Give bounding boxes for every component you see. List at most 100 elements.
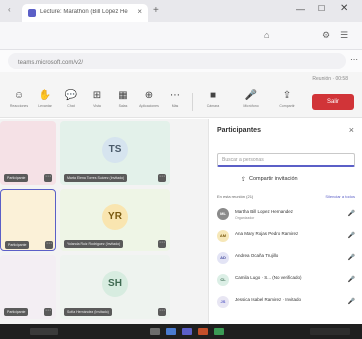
taskbar-clock	[310, 328, 350, 335]
participant-row[interactable]: JS Jessica Isabel Ramirez · Invitado 🎤	[209, 293, 362, 313]
participant-name: Jessica Isabel Ramirez · Invitado	[235, 297, 302, 302]
panel-title: Participantes	[217, 127, 261, 134]
tile-nameplate: Yolanda Ruiz Rodríguez (Invitado)	[64, 240, 124, 248]
video-tile[interactable]: YR Yolanda Ruiz Rodríguez (Invitado) ⋯	[60, 189, 170, 251]
participant-role: Organizador	[235, 216, 255, 220]
participant-avatar: ML	[217, 208, 229, 220]
rooms-icon: ▦	[118, 90, 128, 101]
taskbar-item[interactable]	[30, 328, 58, 335]
toolbar-label: Salas	[118, 104, 128, 108]
video-tile[interactable]: Participante ⋯	[0, 121, 56, 185]
tab-title: Lecture: Marathon (Bill Lopez Hernandez)…	[40, 9, 128, 15]
toolbar-divider	[192, 93, 193, 111]
reactions-icon: ☺	[13, 90, 25, 101]
back-icon[interactable]: ‹	[8, 5, 11, 14]
participant-row[interactable]: AD Andrea Ocaña Trujillo 🎤	[209, 249, 362, 269]
video-tile[interactable]: SH Sofía Hernández (Invitado) ⋯	[60, 255, 170, 319]
tab-close-icon[interactable]: ×	[137, 7, 142, 16]
tile-more-icon[interactable]: ⋯	[45, 241, 53, 249]
participant-avatar: AM	[217, 230, 229, 242]
toolbar-label: Cámara	[206, 104, 220, 108]
toolbar-camera-button[interactable]: ■ Cámara	[200, 89, 226, 115]
toolbar-share-button[interactable]: ⇪ Compartir	[274, 89, 300, 115]
mic-icon[interactable]: 🎤	[348, 254, 355, 261]
camera-icon: ■	[209, 90, 217, 101]
participant-avatar: CL	[217, 274, 229, 286]
teams-favicon-icon	[28, 9, 36, 17]
apps-icon: ⊕	[144, 90, 154, 101]
meeting-toolbar: ☺ Reacciones ✋ Levantar 💬 Chat ⊞ Vista ▦ Salas ⊕ Ap…	[0, 86, 362, 118]
toolbar-more-button[interactable]: ⋯ Más	[162, 89, 188, 115]
in-meeting-section[interactable]: En esta reunión (21) Silenciar a todos	[217, 194, 355, 202]
taskbar-item[interactable]	[182, 328, 192, 335]
participant-avatar: TS	[102, 137, 128, 163]
people-search-input[interactable]: Buscar a personas	[217, 153, 355, 167]
share-invite-icon: ⇪	[241, 177, 247, 183]
toolbar-label: Reacciones	[9, 104, 29, 108]
close-window-button[interactable]: ✕	[340, 3, 348, 14]
more-icon[interactable]: ⋯	[350, 55, 358, 64]
browser-tab-strip: ‹ Lecture: Marathon (Bill Lopez Hernande…	[0, 0, 362, 22]
toolbar-rooms-button[interactable]: ▦ Salas	[110, 89, 136, 115]
toolbar-label: Micrófono	[243, 104, 259, 108]
tile-nameplate: Marta Elena Torres Suárez (Invitado)	[64, 174, 128, 182]
meeting-header: Reunión · 00:58	[0, 72, 362, 86]
browser-toolbar: ⌂ ⚙ ☰	[0, 22, 362, 50]
mute-all-button[interactable]: Silenciar a todos	[325, 194, 355, 199]
profile-icon[interactable]: ☰	[340, 30, 348, 41]
toolbar-label: Levantar	[38, 104, 52, 108]
url-text: teams.microsoft.com/v2/	[18, 60, 84, 66]
toolbar-apps-button[interactable]: ⊕ Aplicaciones	[136, 89, 162, 115]
mic-icon[interactable]: 🎤	[348, 276, 355, 283]
toolbar-label: Más	[171, 104, 179, 108]
toolbar-raise-hand-button[interactable]: ✋ Levantar	[32, 89, 58, 115]
participant-row[interactable]: ML Martha Bill Lopez Hernandez Organizador…	[209, 205, 362, 225]
tile-nameplate: Participante	[5, 241, 30, 249]
section-label: En esta reunión (21)	[217, 194, 254, 199]
tile-more-icon[interactable]: ⋯	[158, 240, 166, 248]
browser-tab-teams[interactable]: Lecture: Marathon (Bill Lopez Hernandez)…	[22, 4, 148, 22]
panel-close-icon[interactable]: ×	[349, 125, 354, 135]
participant-name: Martha Bill Lopez Hernandez	[235, 209, 294, 214]
taskbar-item[interactable]	[166, 328, 176, 335]
mic-icon[interactable]: 🎤	[348, 210, 355, 217]
participant-avatar: YR	[102, 204, 128, 230]
tile-nameplate: Participante	[4, 308, 29, 316]
extensions-icon[interactable]: ⚙	[322, 30, 330, 41]
toolbar-label: Vista	[93, 104, 101, 108]
share-invite-button[interactable]: Compartir invitación	[249, 176, 298, 182]
taskbar-item[interactable]	[198, 328, 208, 335]
participant-avatar: AD	[217, 252, 229, 264]
video-tile[interactable]: Participante ⋯	[0, 255, 56, 319]
participant-avatar: JS	[217, 296, 229, 308]
maximize-button[interactable]: ☐	[318, 4, 325, 13]
mic-icon[interactable]: 🎤	[348, 298, 355, 305]
leave-button[interactable]: Salir	[312, 94, 354, 110]
tile-more-icon[interactable]: ⋯	[44, 308, 52, 316]
toolbar-chat-button[interactable]: 💬 Chat	[58, 89, 84, 115]
url-field[interactable]: teams.microsoft.com/v2/	[8, 53, 346, 69]
taskbar-item[interactable]	[150, 328, 160, 335]
video-tile[interactable]: Participante ⋯	[0, 189, 56, 251]
toolbar-reactions-button[interactable]: ☺ Reacciones	[6, 89, 32, 115]
toolbar-label: Aplicaciones	[139, 104, 159, 108]
minimize-button[interactable]: —	[296, 4, 305, 14]
tile-more-icon[interactable]: ⋯	[158, 174, 166, 182]
participant-row[interactable]: CL Camila Lugo · S... (No verificado) 🎤	[209, 271, 362, 291]
new-tab-button[interactable]: +	[153, 5, 159, 16]
toolbar-mic-button[interactable]: 🎤 Micrófono	[238, 89, 264, 115]
participant-row[interactable]: AM Ana Mary Rojas Pedro Ramirez 🎤	[209, 227, 362, 247]
participants-panel: Participantes × Buscar a personas ⇪ Comp…	[208, 119, 362, 324]
meeting-timer: Reunión · 00:58	[312, 76, 348, 82]
video-tile[interactable]: TS Marta Elena Torres Suárez (Invitado) ⋯	[60, 121, 170, 185]
taskbar-item[interactable]	[214, 328, 224, 335]
tile-more-icon[interactable]: ⋯	[158, 308, 166, 316]
lock-icon[interactable]: ⌂	[264, 30, 269, 40]
tile-more-icon[interactable]: ⋯	[44, 174, 52, 182]
mic-icon[interactable]: 🎤	[348, 232, 355, 239]
chat-icon: 💬	[64, 90, 78, 101]
toolbar-view-button[interactable]: ⊞ Vista	[84, 89, 110, 115]
share-icon: ⇪	[282, 90, 292, 101]
more-icon: ⋯	[170, 90, 180, 101]
view-icon: ⊞	[92, 90, 102, 101]
